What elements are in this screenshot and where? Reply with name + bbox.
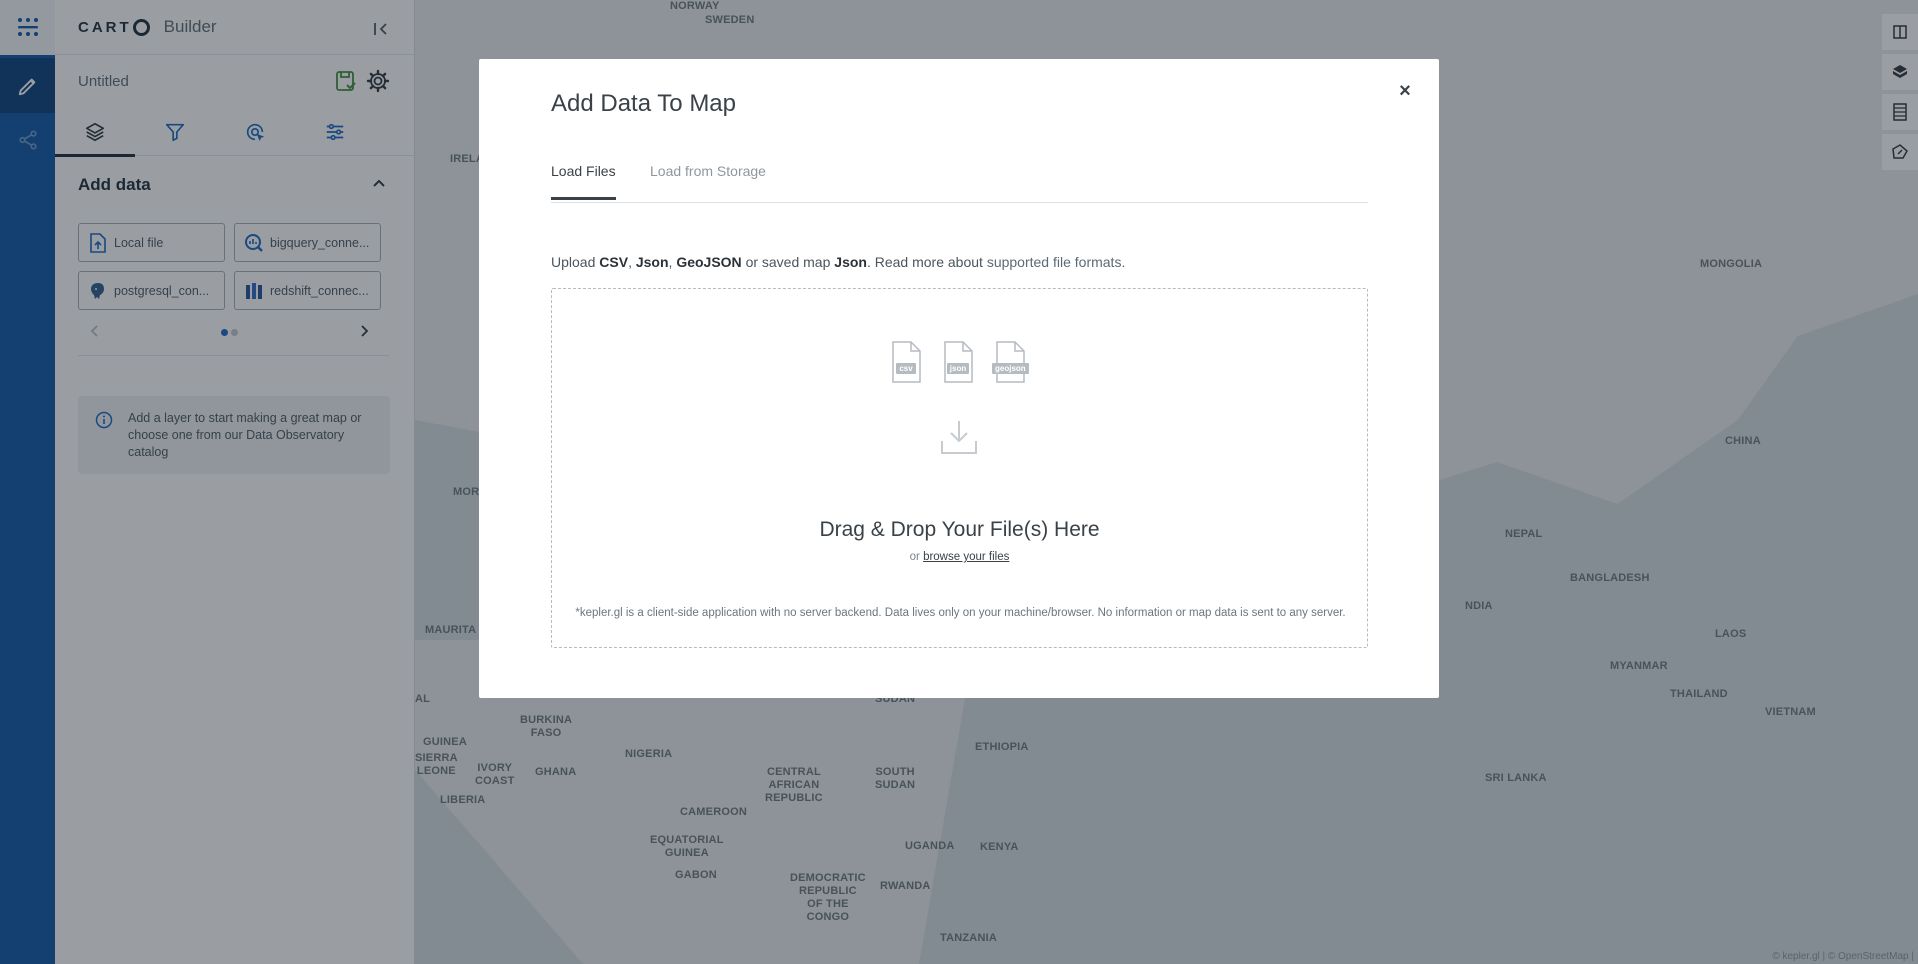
file-tag: json — [946, 363, 970, 374]
file-tag: geojson — [992, 363, 1029, 374]
browse-files-link[interactable]: browse your files — [923, 551, 1009, 563]
modal-tabs: Load Files Load from Storage — [551, 154, 1368, 203]
close-button[interactable]: × — [1393, 79, 1417, 103]
dropzone-title: Drag & Drop Your File(s) Here — [819, 518, 1100, 541]
download-tray-icon — [941, 421, 977, 454]
geojson-file-icon: geojson — [992, 341, 1029, 383]
modal-title: Add Data To Map — [551, 90, 737, 117]
tab-load-files[interactable]: Load Files — [551, 163, 616, 200]
format-csv: CSV — [599, 254, 629, 270]
dropzone-browse-row: or browse your files — [552, 551, 1367, 563]
add-data-modal: Add Data To Map × Load Files Load from S… — [479, 59, 1439, 698]
format-geojson: GeoJSON — [676, 254, 742, 270]
upload-prefix: Upload — [551, 254, 596, 270]
upload-description: Upload CSV, Json, GeoJSON or saved map J… — [551, 254, 1125, 270]
format-saved-json: Json — [834, 254, 867, 270]
separator: , — [628, 254, 632, 270]
file-type-icons: csv json geojson — [888, 341, 1029, 383]
separator: , — [668, 254, 673, 270]
json-file-icon: json — [940, 341, 976, 383]
supported-formats-link[interactable]: supported file formats. — [987, 254, 1126, 270]
upload-read-more: . Read more about — [866, 254, 983, 270]
privacy-note: *kepler.gl is a client-side application … — [575, 607, 1346, 619]
csv-file-icon: csv — [888, 341, 924, 383]
format-json: Json — [635, 254, 669, 270]
tab-load-from-storage[interactable]: Load from Storage — [650, 163, 766, 197]
or-text: or — [909, 551, 920, 563]
upload-or-saved: or saved map — [745, 254, 831, 270]
close-icon: × — [1399, 79, 1411, 102]
file-dropzone[interactable]: csv json geojson Drag & Drop Your File(s… — [551, 288, 1368, 648]
file-tag: csv — [896, 363, 916, 374]
